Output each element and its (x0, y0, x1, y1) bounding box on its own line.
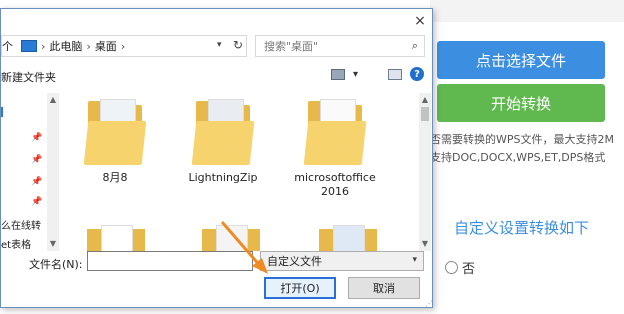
close-button[interactable]: × (409, 11, 431, 31)
address-bar[interactable]: 个 › 此电脑 › 桌面 › ▾ ↻ (1, 35, 247, 57)
search-input[interactable]: 搜索"桌面" ⌕ (255, 35, 425, 57)
help-icon[interactable]: ? (410, 67, 425, 81)
chevron-up-icon[interactable]: ▲ (419, 95, 431, 104)
folder-icon (303, 99, 367, 165)
nav-item[interactable]: 么在线转 (1, 217, 41, 232)
upload-hint-line2: 支持DOC,DOCX,WPS,ET,DPS格式 (430, 151, 606, 164)
folder-name: microsoftoffice 2016 (294, 171, 376, 198)
file-type-select[interactable]: 自定义文件 ▾ (260, 251, 424, 271)
resize-grip-icon[interactable]: ⋰ (425, 299, 433, 308)
folder-item[interactable]: microsoftoffice 2016 (285, 99, 385, 199)
custom-settings-panel (430, 180, 624, 314)
open-button[interactable]: 打开(O) (264, 277, 336, 299)
file-type-value: 自定义文件 (267, 255, 322, 268)
choose-file-button[interactable]: 点击选择文件 (437, 41, 605, 79)
folder-name: LightningZip (188, 171, 258, 184)
nav-item[interactable]: et表格 (1, 236, 31, 251)
chevron-down-icon[interactable]: ▾ (217, 40, 222, 50)
file-list-scrollbar[interactable]: ▲ ▼ (419, 93, 431, 251)
navigation-pane: 📌 📌 📌 📌 么在线转 et表格 (1, 93, 51, 251)
search-placeholder: 搜索"桌面" (264, 40, 319, 53)
chevron-right-icon: › (120, 39, 126, 53)
refresh-icon[interactable]: ↻ (233, 38, 243, 52)
file-list: 8月8 LightningZip microsoftoffice 2016 (57, 93, 419, 251)
custom-settings-title: 自定义设置转换如下 (454, 219, 590, 237)
radio-no-label: 否 (462, 262, 476, 277)
radio-no-option[interactable]: 否 (445, 258, 475, 277)
folder-item[interactable]: LightningZip (173, 99, 273, 185)
view-toolbar: ▾ ? (331, 67, 425, 81)
folder-icon[interactable] (202, 225, 260, 251)
preview-pane-icon[interactable] (388, 68, 403, 80)
chevron-down-icon[interactable]: ▾ (412, 255, 417, 265)
computer-icon (21, 40, 37, 52)
start-convert-button[interactable]: 开始转换 (437, 84, 605, 122)
pin-icon: 📌 (31, 177, 43, 187)
chevron-right-icon: › (86, 39, 91, 53)
chevron-right-icon: › (41, 39, 46, 53)
view-mode-icon[interactable] (331, 68, 345, 80)
search-icon[interactable]: ⌕ (412, 39, 418, 53)
nav-selection-marker (1, 107, 3, 117)
scroll-thumb[interactable] (421, 107, 429, 121)
pin-icon: 📌 (31, 133, 43, 143)
breadcrumb-up[interactable]: 个 (2, 38, 13, 54)
filename-label: 文件名(N): (29, 258, 83, 271)
cancel-button[interactable]: 取消 (348, 277, 420, 299)
filename-input[interactable] (87, 251, 253, 271)
file-open-dialog: × 个 › 此电脑 › 桌面 › ▾ ↻ 搜索"桌面" ⌕ 新建文件夹 ▾ ? … (0, 8, 433, 308)
pin-icon: 📌 (31, 155, 43, 165)
radio-icon[interactable] (445, 261, 458, 274)
chevron-down-icon[interactable]: ▾ (353, 69, 358, 80)
folder-icon[interactable] (87, 225, 145, 251)
folder-name: 8月8 (102, 171, 128, 184)
breadcrumb-desktop[interactable]: 桌面 (95, 38, 117, 54)
upload-hint-line1: 否需要转换的WPS文件，最大支持2M (430, 133, 614, 146)
breadcrumb-this-pc[interactable]: 此电脑 (49, 38, 82, 54)
pin-icon: 📌 (31, 197, 43, 207)
new-folder-button[interactable]: 新建文件夹 (1, 69, 56, 85)
folder-icon[interactable] (319, 225, 377, 251)
chevron-down-icon[interactable]: ▼ (419, 239, 431, 248)
folder-icon (191, 99, 255, 165)
folder-item[interactable]: 8月8 (65, 99, 165, 185)
folder-icon (83, 99, 147, 165)
